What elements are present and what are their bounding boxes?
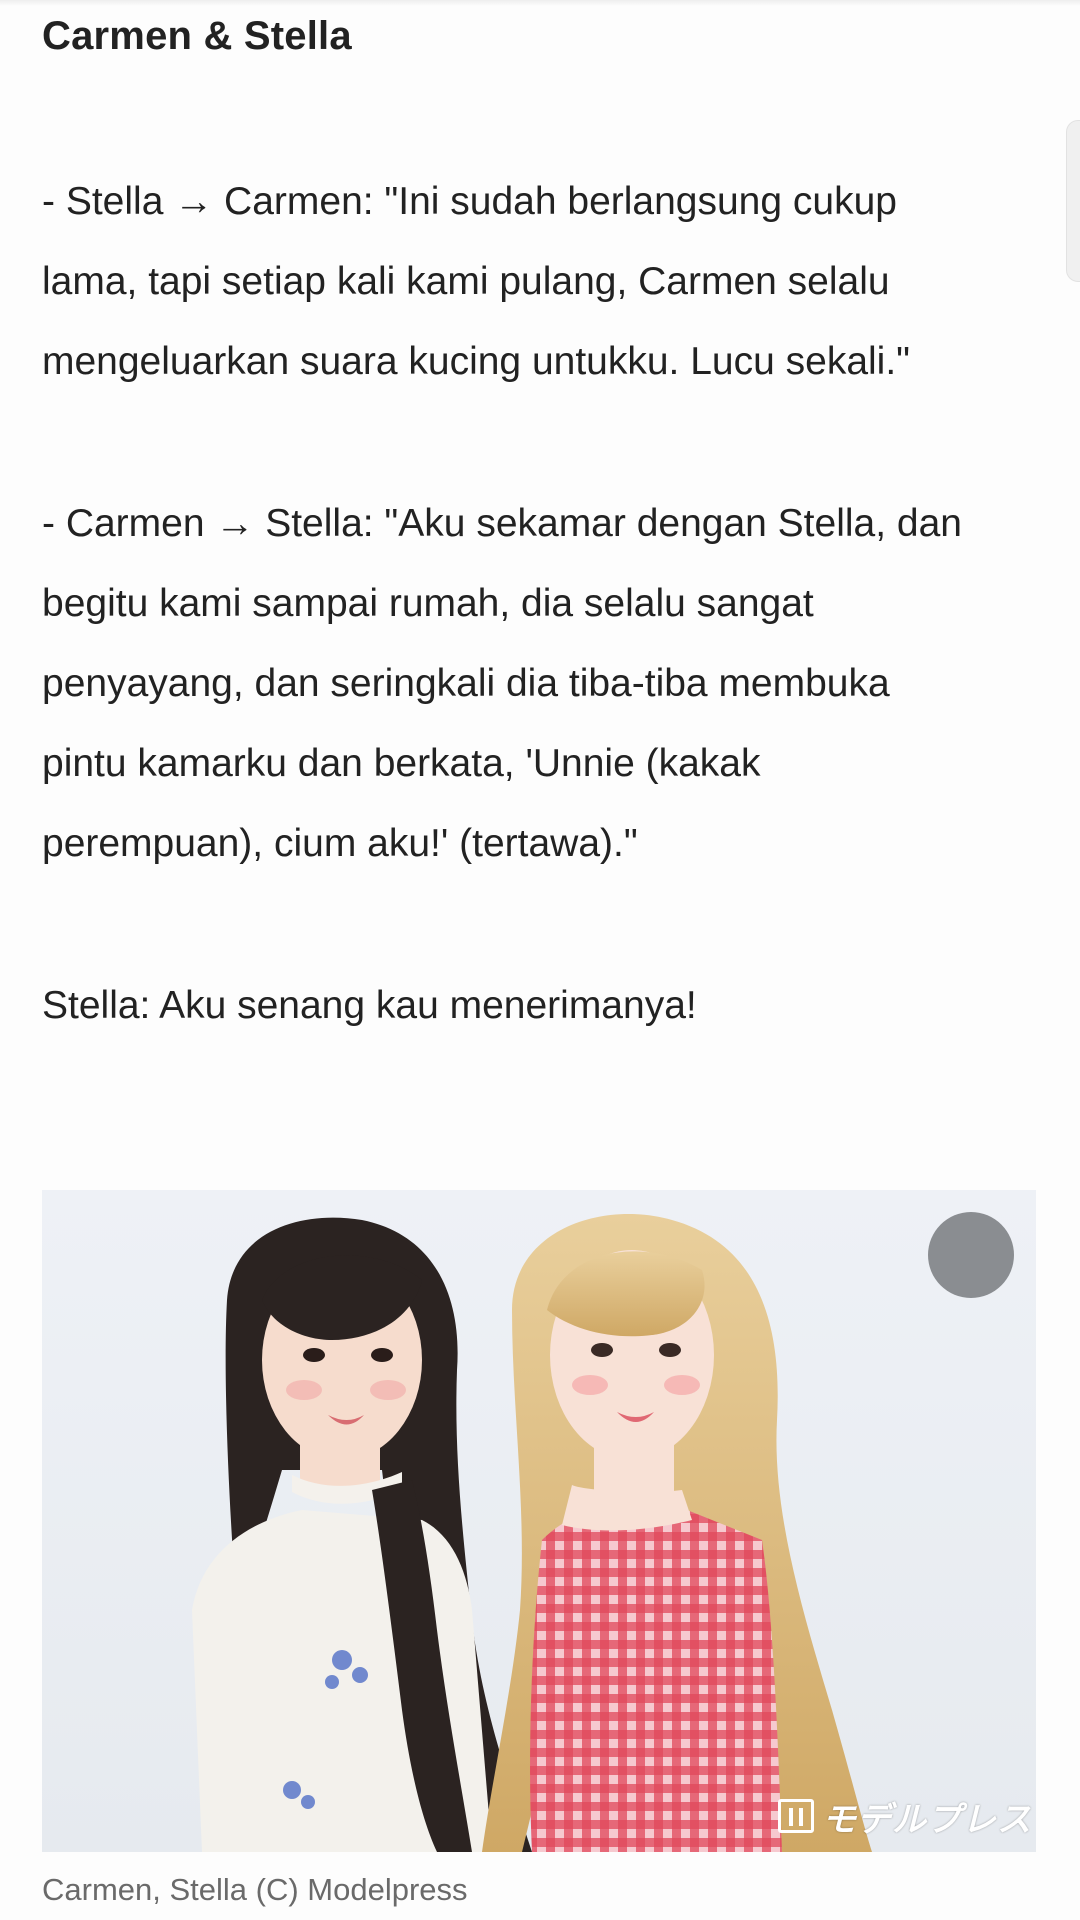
stella-reply: Stella: Aku senang kau menerimanya! (42, 966, 1022, 1046)
modelpress-logo-icon (778, 1799, 814, 1833)
section-title: Carmen & Stella (42, 14, 352, 58)
paragraph-line: mengeluarkan suara kucing untukku. Lucu … (42, 340, 911, 383)
paragraph-line: - Carmen → Stella: "Aku sekamar dengan S… (42, 502, 962, 545)
paragraph-line: Stella: Aku senang kau menerimanya! (42, 984, 697, 1027)
photo-illustration (42, 1190, 1036, 1852)
paragraph-line: - Stella → Carmen: "Ini sudah berlangsun… (42, 180, 897, 223)
article-page: Carmen & Stella - Stella → Carmen: "Ini … (0, 0, 1080, 1920)
modelpress-watermark: モデルプレス (778, 1796, 1032, 1839)
paragraph-line: penyayang, dan seringkali dia tiba-tiba … (42, 662, 890, 705)
side-drawer-handle[interactable] (1066, 120, 1080, 282)
photo-caption: Carmen, Stella (C) Modelpress (42, 1872, 468, 1907)
quote-carmen-to-stella: - Carmen → Stella: "Aku sekamar dengan S… (42, 484, 1022, 884)
paragraph-line: pintu kamarku dan berkata, 'Unnie (kakak (42, 742, 761, 785)
paragraph-line: perempuan), cium aku!' (tertawa)." (42, 822, 638, 865)
watermark-text: モデルプレス (822, 1800, 1032, 1839)
quote-stella-to-carmen: - Stella → Carmen: "Ini sudah berlangsun… (42, 162, 1022, 402)
top-divider (0, 0, 1080, 6)
article-photo[interactable]: モデルプレス (42, 1190, 1036, 1852)
paragraph-line: begitu kami sampai rumah, dia selalu san… (42, 582, 814, 625)
photo-badge[interactable] (928, 1212, 1014, 1298)
paragraph-line: lama, tapi setiap kali kami pulang, Carm… (42, 260, 890, 303)
